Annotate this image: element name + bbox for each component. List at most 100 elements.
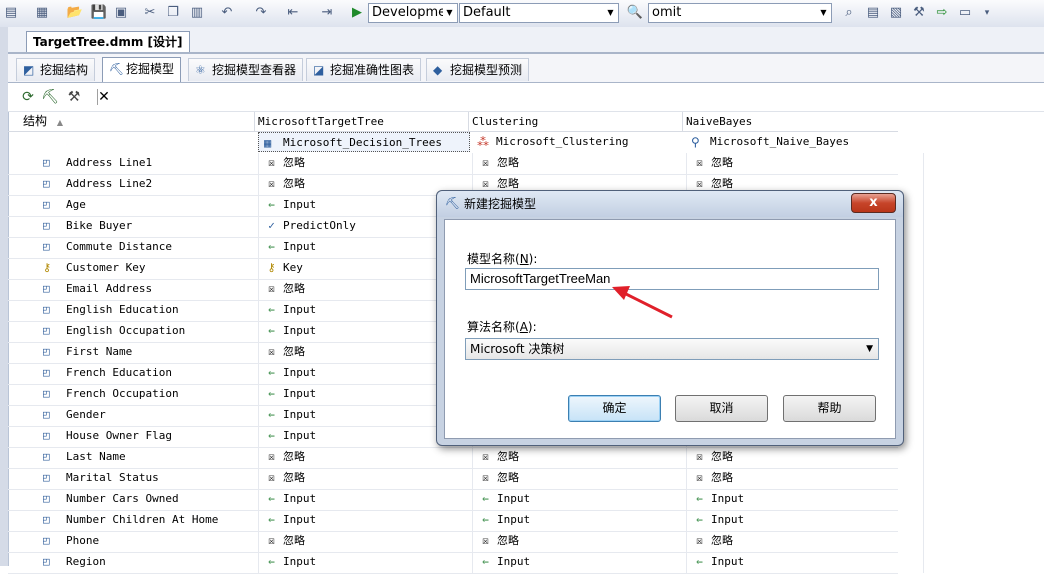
structure-column-cell[interactable]: ◰ Address Line1 xyxy=(40,153,286,174)
copy-icon[interactable]: ❐ xyxy=(164,4,182,22)
usage-cell[interactable]: ⇐ Input xyxy=(472,489,711,510)
usage-cell[interactable]: ⇐ Input xyxy=(258,510,497,531)
usage-cell[interactable]: ⇐ Input xyxy=(686,489,924,510)
dialog-body: 模型名称(N): MicrosoftTargetTreeMan 算法名称(A):… xyxy=(444,219,896,439)
help-button[interactable]: 帮助 xyxy=(783,395,876,422)
usage-cell[interactable]: ⇐ Input xyxy=(472,552,711,573)
tools-icon[interactable]: ⚒ xyxy=(910,4,928,22)
dialog-titlebar[interactable]: ⛏ 新建挖掘模型 x xyxy=(437,191,903,217)
paste-icon[interactable]: ▥ xyxy=(188,4,206,22)
structure-column-cell[interactable]: ◰ Gender xyxy=(40,405,286,426)
input-usage-icon: ⇐ xyxy=(696,513,703,526)
structure-column-cell[interactable]: ◰ Email Address xyxy=(40,279,286,300)
table-row: ◰ Phone ☒ 忽略 ☒ 忽略 ☒ 忽略 xyxy=(8,531,924,553)
algorithm-cell-2[interactable]: ⁂ Microsoft_Clustering xyxy=(472,132,686,152)
structure-column-cell[interactable]: ⚷ Customer Key xyxy=(40,258,286,279)
label-text: 模型名称( xyxy=(467,252,520,266)
set-algorithm-icon[interactable]: ⚒ xyxy=(64,88,84,106)
save-icon[interactable]: 💾 xyxy=(90,4,108,22)
usage-cell[interactable]: ⇐ Input xyxy=(258,552,497,573)
start-debug-icon[interactable]: ▶ xyxy=(348,4,366,22)
structure-column-cell[interactable]: ◰ Last Name xyxy=(40,447,286,468)
structure-column-cell[interactable]: ◰ Bike Buyer xyxy=(40,216,286,237)
usage-cell[interactable]: ☒ 忽略 xyxy=(472,153,711,174)
tab-accuracy-chart[interactable]: ◪ 挖掘准确性图表 xyxy=(306,58,422,81)
new-mining-model-icon[interactable]: ⛏ xyxy=(40,88,60,106)
structure-column-cell[interactable]: ◰ Phone xyxy=(40,531,286,552)
column-name: Address Line2 xyxy=(66,177,153,190)
usage-cell[interactable]: ⇐ Input xyxy=(686,552,924,573)
ignore-usage-icon: ☒ xyxy=(482,534,489,547)
undo-icon[interactable]: ↶ xyxy=(218,4,236,22)
cancel-button[interactable]: 取消 xyxy=(675,395,768,422)
structure-column-cell[interactable]: ◰ French Occupation xyxy=(40,384,286,405)
navigate-forward-icon[interactable]: ⇥ xyxy=(318,4,336,22)
usage-cell[interactable]: ☒ 忽略 xyxy=(258,468,497,489)
structure-column-cell[interactable]: ◰ English Occupation xyxy=(40,321,286,342)
column-icon: ◰ xyxy=(43,324,50,337)
algorithm-cell-3[interactable]: ⚲ Microsoft_Naive_Bayes xyxy=(686,132,898,152)
ignore-usage-icon: ☒ xyxy=(268,471,275,484)
window-icon[interactable]: ▭ xyxy=(956,4,974,22)
structure-column-cell[interactable]: ◰ Marital Status xyxy=(40,468,286,489)
delete-icon[interactable]: ✕ xyxy=(94,88,114,106)
model-header-1[interactable]: MicrosoftTargetTree xyxy=(255,112,384,131)
usage-cell[interactable]: ☒ 忽略 xyxy=(258,531,497,552)
find-combo[interactable]: omit ▼ xyxy=(648,3,832,23)
usage-cell[interactable]: ☒ 忽略 xyxy=(472,468,711,489)
solution-config-combo[interactable]: Developmer ▼ xyxy=(368,3,458,23)
algorithm-select[interactable]: Microsoft 决策树 ▼ xyxy=(465,338,879,360)
model-header-3[interactable]: NaiveBayes xyxy=(683,112,752,131)
structure-column-cell[interactable]: ◰ Number Cars Owned xyxy=(40,489,286,510)
structure-column-cell[interactable]: ◰ House Owner Flag xyxy=(40,426,286,447)
open-folder-icon[interactable]: 📂 xyxy=(66,4,84,22)
tab-mining-model-viewer[interactable]: ⚛ 挖掘模型查看器 xyxy=(188,58,304,81)
find-in-files-icon[interactable]: 🔍 xyxy=(626,4,644,22)
redo-icon[interactable]: ↷ xyxy=(252,4,270,22)
structure-column-cell[interactable]: ◰ First Name xyxy=(40,342,286,363)
usage-cell[interactable]: ⇐ Input xyxy=(686,510,924,531)
close-button[interactable]: x xyxy=(851,193,896,213)
usage-cell[interactable]: ☒ 忽略 xyxy=(472,531,711,552)
label-text: 算法名称( xyxy=(467,320,520,334)
usage-cell[interactable]: ⇐ Input xyxy=(258,489,497,510)
structure-column-cell[interactable]: ◰ Number Children At Home xyxy=(40,510,286,531)
usage-cell[interactable]: ☒ 忽略 xyxy=(686,447,924,468)
usage-cell[interactable]: ☒ 忽略 xyxy=(472,447,711,468)
structure-column-cell[interactable]: ◰ Address Line2 xyxy=(40,174,286,195)
tab-mining-structure[interactable]: ◩ 挖掘结构 xyxy=(16,58,96,81)
model-header-2[interactable]: Clustering xyxy=(469,112,538,131)
object-browser-icon[interactable]: ▧ xyxy=(887,4,905,22)
usage-cell[interactable]: ⇐ Input xyxy=(472,510,711,531)
save-all-icon[interactable]: ▣ xyxy=(112,4,130,22)
properties-icon[interactable]: ▤ xyxy=(864,4,882,22)
solution-explorer-icon[interactable]: ⌕ xyxy=(840,4,858,22)
usage-cell[interactable]: ☒ 忽略 xyxy=(258,447,497,468)
annotation-arrow-icon xyxy=(612,286,673,319)
structure-column-cell[interactable]: ◰ French Education xyxy=(40,363,286,384)
add-item-icon[interactable]: ▦ xyxy=(33,4,51,22)
usage-cell[interactable]: ☒ 忽略 xyxy=(686,531,924,552)
usage-cell[interactable]: ☒ 忽略 xyxy=(686,468,924,489)
ignore-usage-icon: ☒ xyxy=(268,156,275,169)
usage-cell[interactable]: ☒ 忽略 xyxy=(686,153,924,174)
deploy-icon[interactable]: ⇨ xyxy=(933,4,951,22)
cut-icon[interactable]: ✂ xyxy=(141,4,159,22)
structure-column-header[interactable]: 结构 ▲ xyxy=(20,112,63,131)
platform-combo[interactable]: Default ▼ xyxy=(459,3,619,23)
tab-mining-models[interactable]: ⛏ 挖掘模型 xyxy=(102,57,182,82)
algorithm-cell-1[interactable]: ▦ Microsoft_Decision_Trees xyxy=(258,132,470,152)
structure-column-cell[interactable]: ◰ Age xyxy=(40,195,286,216)
ok-button[interactable]: 确定 xyxy=(568,395,661,422)
structure-column-cell[interactable]: ◰ Region xyxy=(40,552,286,573)
document-tab[interactable]: TargetTree.dmm [设计] xyxy=(26,31,190,52)
navigate-back-icon[interactable]: ⇤ xyxy=(284,4,302,22)
structure-column-cell[interactable]: ◰ English Education xyxy=(40,300,286,321)
structure-column-cell[interactable]: ◰ Commute Distance xyxy=(40,237,286,258)
tab-model-prediction[interactable]: ◆ 挖掘模型预测 xyxy=(426,58,530,81)
process-icon[interactable]: ⟳ xyxy=(18,88,38,106)
usage-cell[interactable]: ☒ 忽略 xyxy=(258,153,497,174)
toolbar-options-icon[interactable]: ▾ xyxy=(978,4,996,22)
grid-header: 结构 ▲ MicrosoftTargetTree Clustering Naiv… xyxy=(8,112,898,132)
new-project-icon[interactable]: ▤ xyxy=(2,4,20,22)
